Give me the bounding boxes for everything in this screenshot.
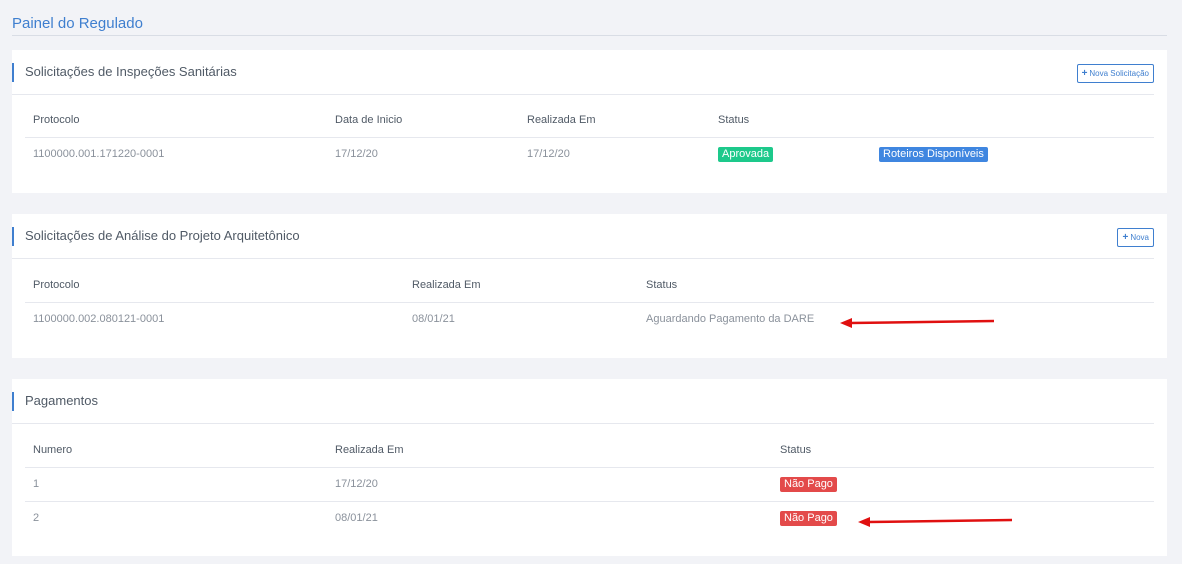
title-divider	[12, 35, 1167, 36]
new-inspection-button[interactable]: + Nova Solicitação	[1076, 64, 1154, 83]
column-header-data-inicio: Data de Inicio	[335, 114, 403, 126]
column-header-realizada-em: Realizada Em	[412, 279, 481, 291]
new-project-button-label: Nova	[1130, 233, 1149, 242]
protocolo-cell: 1100000.001.171220-0001	[33, 148, 165, 160]
column-header-numero: Numero	[33, 444, 73, 456]
inspections-table: Protocolo Data de Inicio Realizada Em St…	[25, 104, 1154, 171]
projects-card-header: Solicitações de Análise do Projeto Arqui…	[12, 214, 1154, 259]
new-inspection-button-label: Nova Solicitação	[1089, 69, 1149, 78]
table-header-row: Numero Realizada Em Status	[25, 434, 1154, 468]
table-header-row: Protocolo Data de Inicio Realizada Em St…	[25, 104, 1154, 138]
inspections-card-header: Solicitações de Inspeções Sanitárias + N…	[12, 50, 1154, 95]
card-accent-bar	[12, 227, 14, 246]
column-header-status: Status	[780, 444, 812, 456]
column-header-protocolo: Protocolo	[33, 114, 80, 126]
numero-cell: 1	[33, 478, 40, 490]
realizada-em-cell: 17/12/20	[335, 478, 378, 490]
realizada-em-cell: 08/01/21	[335, 512, 378, 524]
card-accent-bar	[12, 63, 14, 82]
column-header-status: Status	[646, 279, 678, 291]
inspections-card: Solicitações de Inspeções Sanitárias + N…	[12, 50, 1167, 193]
payments-card-header: Pagamentos	[12, 379, 1154, 424]
table-row: 1100000.001.171220-0001 17/12/20 17/12/2…	[25, 138, 1154, 171]
projects-card: Solicitações de Análise do Projeto Arqui…	[12, 214, 1167, 358]
projects-card-title: Solicitações de Análise do Projeto Arqui…	[25, 228, 300, 243]
page-title: Painel do Regulado	[12, 15, 143, 32]
realizada-em-cell: 08/01/21	[412, 313, 455, 325]
card-accent-bar	[12, 392, 14, 411]
annotation-arrow-icon	[840, 318, 995, 328]
column-header-status: Status	[718, 114, 750, 126]
column-header-realizada-em: Realizada Em	[335, 444, 404, 456]
numero-cell: 2	[33, 512, 40, 524]
column-header-protocolo: Protocolo	[33, 279, 80, 291]
payments-card-title: Pagamentos	[25, 393, 98, 408]
plus-icon: +	[1081, 68, 1088, 79]
payments-card: Pagamentos Numero Realizada Em Status 1 …	[12, 379, 1167, 556]
new-project-button[interactable]: + Nova	[1117, 228, 1154, 247]
status-badge-nao-pago: Não Pago	[780, 477, 837, 492]
status-badge-aprovada: Aprovada	[718, 147, 774, 162]
annotation-arrow-icon	[858, 517, 1013, 527]
inspections-card-title: Solicitações de Inspeções Sanitárias	[25, 64, 237, 79]
plus-icon: +	[1122, 232, 1129, 243]
realizada-em-cell: 17/12/20	[527, 148, 570, 160]
table-row: 1 17/12/20 Não Pago	[25, 468, 1154, 502]
status-text: Aguardando Pagamento da DARE	[646, 313, 815, 325]
roteiros-disponiveis-button[interactable]: Roteiros Disponíveis	[879, 147, 988, 162]
status-badge-nao-pago: Não Pago	[780, 511, 837, 526]
column-header-realizada-em: Realizada Em	[527, 114, 596, 126]
protocolo-cell: 1100000.002.080121-0001	[33, 313, 165, 325]
table-header-row: Protocolo Realizada Em Status	[25, 269, 1154, 303]
data-inicio-cell: 17/12/20	[335, 148, 378, 160]
